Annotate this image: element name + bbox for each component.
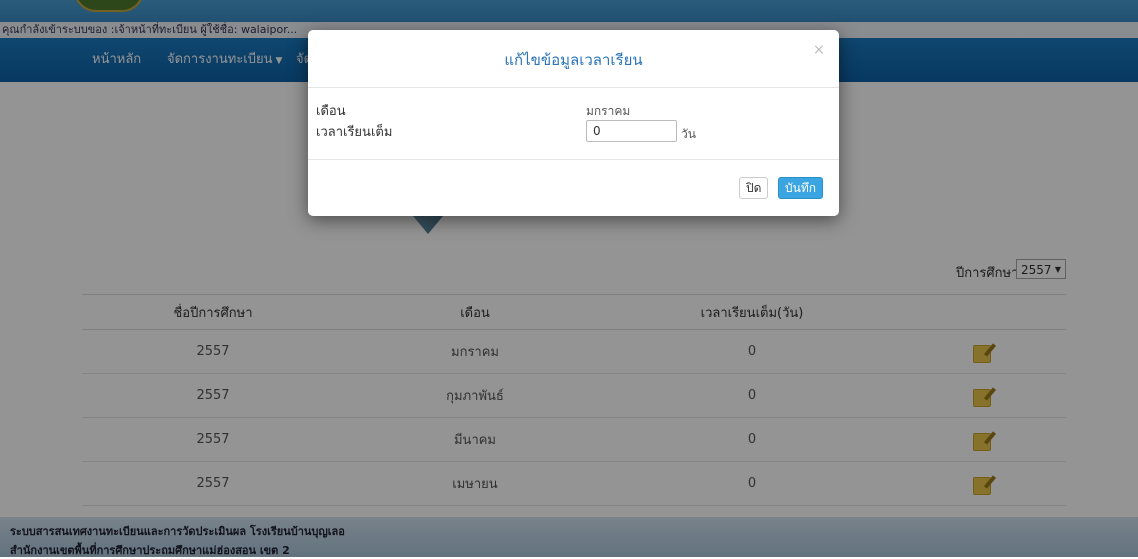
modal-header: แก้ไขข้อมูลเวลาเรียน × — [308, 30, 839, 88]
month-value: มกราคม — [586, 104, 631, 118]
unit-label: วัน — [681, 127, 696, 141]
modal-footer: ปิด บันทึก — [308, 159, 839, 216]
save-button[interactable]: บันทึก — [778, 177, 823, 199]
hours-input[interactable] — [586, 120, 677, 142]
month-label: เดือน — [316, 104, 346, 119]
close-button[interactable]: ปิด — [739, 177, 769, 199]
hours-label: เวลาเรียนเต็ม — [316, 125, 393, 140]
modal-body: เดือน มกราคม เวลาเรียนเต็ม วัน — [308, 88, 839, 159]
edit-schedule-modal: แก้ไขข้อมูลเวลาเรียน × เดือน มกราคม เวลา… — [308, 30, 839, 216]
close-icon[interactable]: × — [813, 42, 825, 58]
modal-title: แก้ไขข้อมูลเวลาเรียน — [504, 51, 643, 69]
